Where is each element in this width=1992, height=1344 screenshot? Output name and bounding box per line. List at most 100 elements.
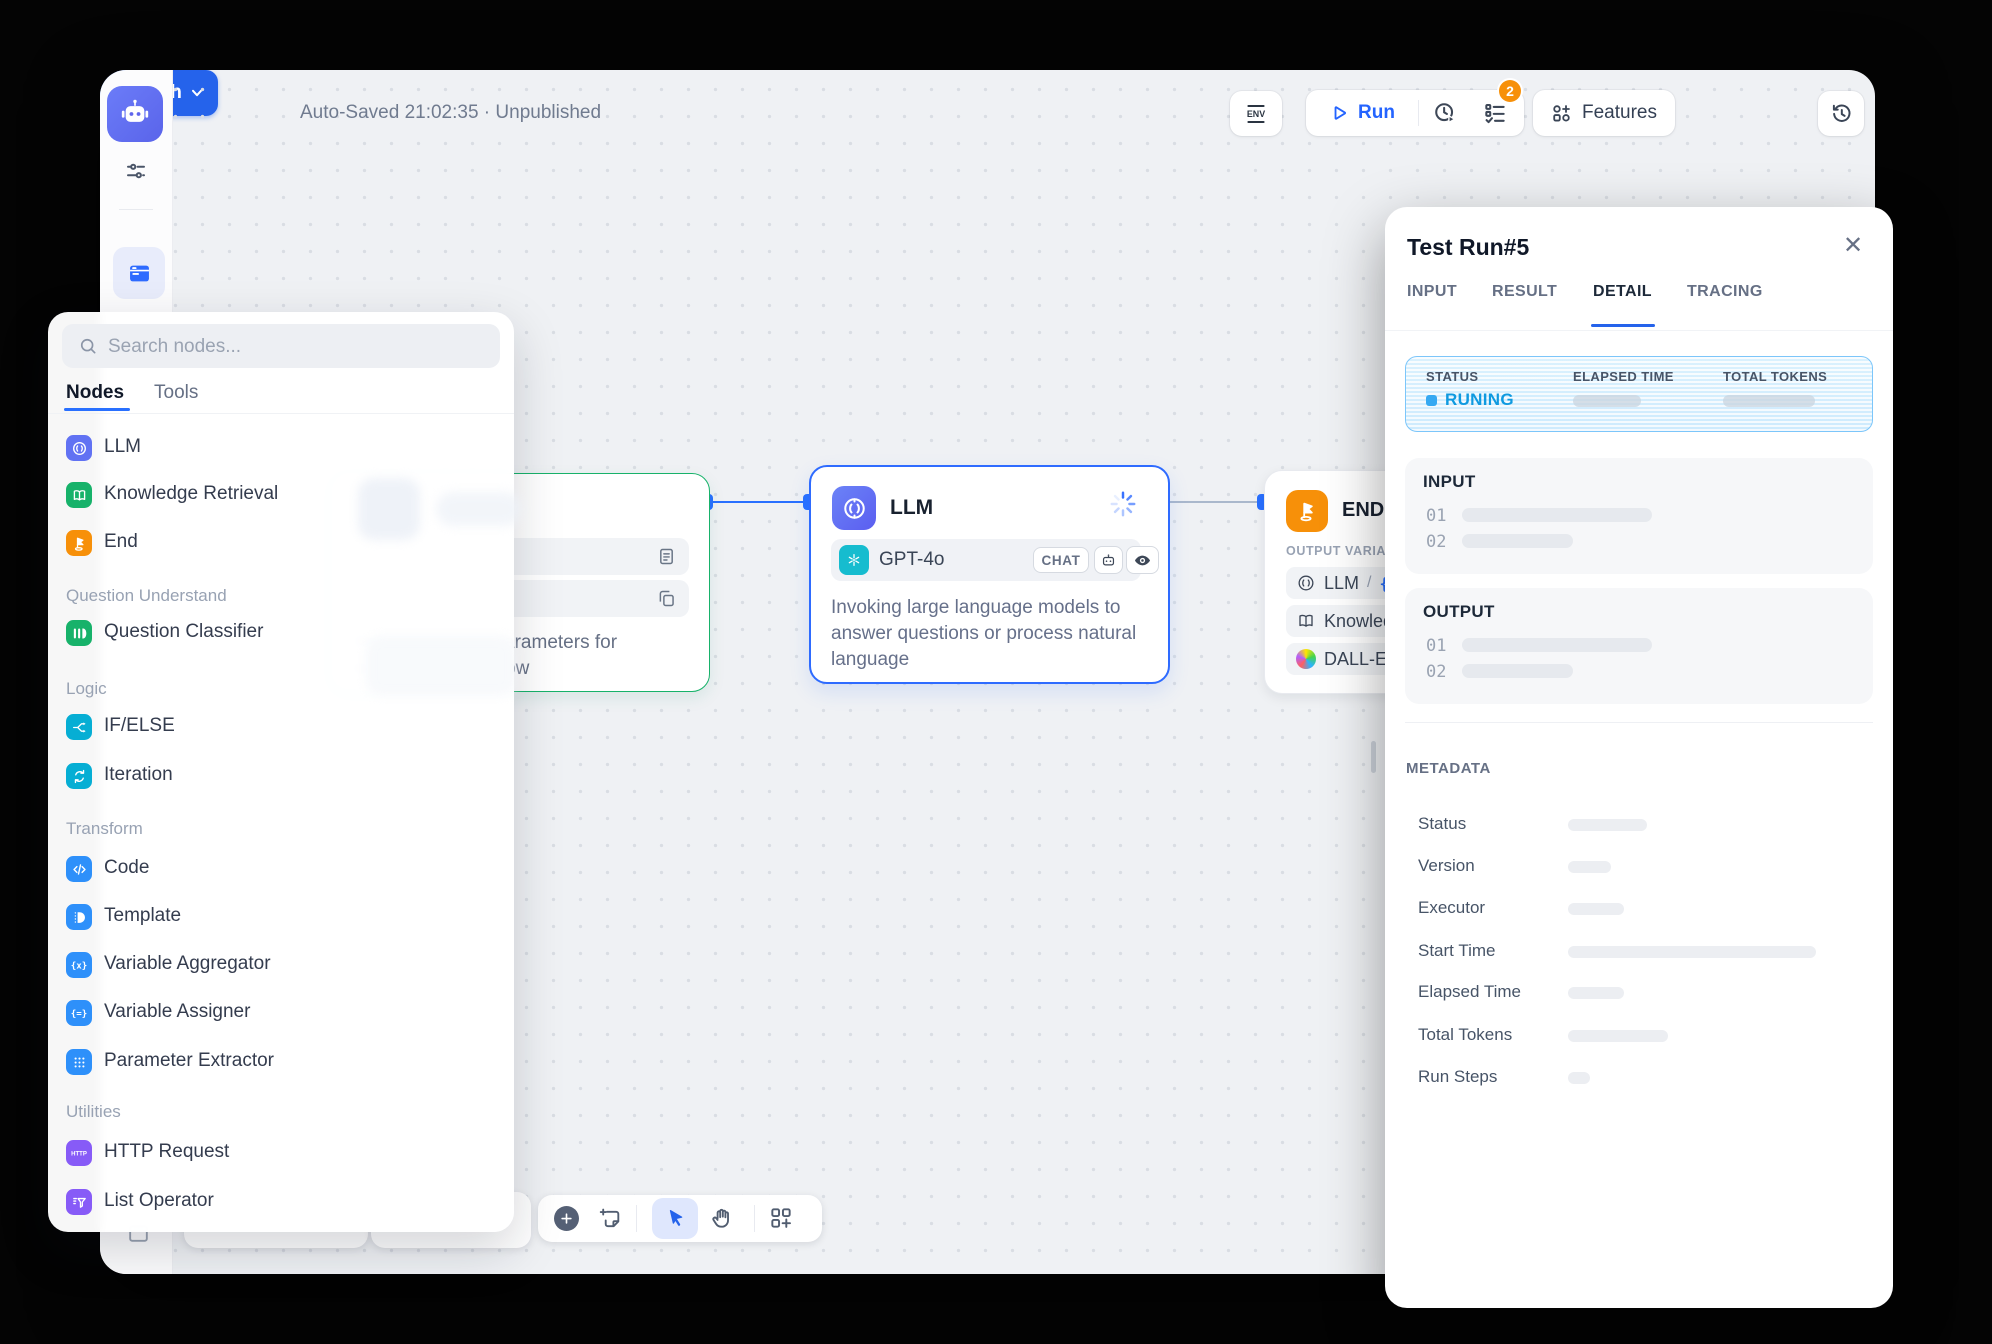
close-icon[interactable]: ✕ — [1838, 231, 1868, 261]
section-header-logic: Logic — [66, 679, 107, 699]
input-card: INPUT 01 02 — [1405, 458, 1873, 574]
svg-text:HTTP: HTTP — [71, 1151, 87, 1157]
extractor-icon — [66, 1049, 92, 1075]
metadata-row-elapsed-time: Elapsed Time — [1385, 982, 1893, 1006]
metadata-row-status: Status — [1385, 814, 1893, 838]
features-icon — [1550, 102, 1573, 125]
classifier-icon — [66, 620, 92, 646]
status-label: STATUS — [1426, 369, 1478, 384]
autosave-status: Auto-Saved 21:02:35 · Unpublished — [300, 102, 601, 124]
copy-icon — [656, 588, 677, 609]
status-value: RUNING — [1445, 390, 1514, 410]
node-item-knowledge-retrieval[interactable]: Knowledge Retrieval — [48, 475, 514, 515]
section-header-question-understand: Question Understand — [66, 586, 227, 606]
panel-title: Test Run#5 — [1407, 234, 1529, 261]
node-item-if-else[interactable]: IF/ELSE — [48, 707, 514, 747]
llm-node-icon — [832, 486, 876, 530]
llm-node-title: LLM — [890, 496, 933, 520]
toolbar-divider — [754, 1205, 755, 1232]
screenshot-stage: Auto-Saved 21:02:35 · Unpublished ENV Ru… — [0, 0, 1992, 1344]
tokens-skeleton — [1723, 395, 1815, 407]
window-icon — [126, 260, 153, 287]
node-item-http-request[interactable]: HTTP HTTP Request — [48, 1133, 514, 1173]
tab-detail[interactable]: DETAIL — [1593, 283, 1652, 301]
hand-icon — [710, 1206, 735, 1231]
cursor-icon — [664, 1207, 687, 1230]
node-item-variable-assigner[interactable]: {=} Variable Assigner — [48, 993, 514, 1033]
active-tab-underline — [64, 408, 130, 411]
output-card: OUTPUT 01 02 — [1405, 588, 1873, 704]
agent-badge[interactable] — [1094, 546, 1123, 574]
edge-start-to-llm — [708, 501, 809, 503]
chat-mode-badge: CHAT — [1033, 547, 1089, 573]
add-note-button[interactable] — [598, 1206, 623, 1236]
active-tab-underline — [1591, 324, 1655, 327]
aggregator-icon: {x} — [66, 952, 92, 978]
svg-text:ENV: ENV — [1247, 109, 1265, 119]
workflow-settings-sliders-icon[interactable] — [124, 159, 148, 188]
row-index: 02 — [1426, 532, 1446, 552]
llm-icon — [66, 435, 92, 461]
variable-name: LLM — [1324, 573, 1359, 594]
note-plus-icon — [598, 1206, 623, 1231]
svg-text:{=}: {=} — [71, 1009, 88, 1020]
pointer-tool-active[interactable] — [652, 1198, 698, 1239]
node-item-end[interactable]: End — [48, 523, 514, 563]
row-index: 02 — [1426, 662, 1446, 682]
vision-badge[interactable] — [1126, 546, 1159, 574]
metadata-row-version: Version — [1385, 856, 1893, 880]
organize-nodes-button[interactable] — [768, 1205, 794, 1236]
run-toolbar-group: Run 2 — [1306, 90, 1524, 136]
env-button[interactable]: ENV — [1230, 91, 1282, 136]
loop-icon — [66, 763, 92, 789]
node-item-question-classifier[interactable]: Question Classifier — [48, 613, 514, 653]
sidebar-divider — [119, 209, 153, 210]
node-search-box[interactable] — [62, 324, 500, 368]
features-button[interactable]: Features — [1533, 90, 1675, 136]
tab-tracing[interactable]: TRACING — [1687, 283, 1763, 301]
metadata-title: METADATA — [1406, 760, 1491, 777]
checklist-icon — [1482, 100, 1508, 126]
book-icon — [66, 482, 92, 508]
section-header-transform: Transform — [66, 819, 143, 839]
section-header-utilities: Utilities — [66, 1102, 121, 1122]
node-item-parameter-extractor[interactable]: Parameter Extractor — [48, 1042, 514, 1082]
node-search-panel: Nodes Tools LLM Knowledge Retrieval End … — [48, 312, 514, 1232]
version-history-button[interactable] — [1818, 91, 1864, 136]
run-button[interactable]: Run — [1306, 102, 1395, 124]
model-selector[interactable]: GPT-4o CHAT — [831, 539, 1141, 581]
tab-input[interactable]: INPUT — [1407, 283, 1457, 301]
search-input[interactable] — [106, 324, 490, 370]
tab-result[interactable]: RESULT — [1492, 283, 1557, 301]
metadata-row-run-steps: Run Steps — [1385, 1067, 1893, 1091]
code-icon — [66, 856, 92, 882]
organize-layout-icon — [768, 1205, 794, 1231]
tab-tools[interactable]: Tools — [154, 382, 198, 404]
running-spinner-icon — [1108, 489, 1138, 524]
test-run-panel: Test Run#5 ✕ INPUT RESULT DETAIL TRACING… — [1385, 207, 1893, 1308]
canvas-scrollbar[interactable] — [1371, 741, 1376, 773]
assigner-icon: {=} — [66, 1000, 92, 1026]
variable-name: DALL-E — [1324, 649, 1387, 670]
node-item-list-operator[interactable]: List Operator — [48, 1182, 514, 1222]
clock-play-icon — [1432, 100, 1458, 126]
branch-icon — [66, 714, 92, 740]
llm-node[interactable]: LLM GPT-4o CHAT Invoking large language … — [809, 465, 1170, 684]
node-item-variable-aggregator[interactable]: {x} Variable Aggregator — [48, 945, 514, 985]
metadata-row-total-tokens: Total Tokens — [1385, 1025, 1893, 1049]
run-history-button[interactable] — [1432, 100, 1458, 131]
input-skeleton — [1462, 508, 1652, 522]
add-node-button[interactable] — [554, 1206, 579, 1231]
tab-nodes[interactable]: Nodes — [66, 382, 124, 404]
node-item-iteration[interactable]: Iteration — [48, 756, 514, 796]
node-item-template[interactable]: Template — [48, 897, 514, 937]
node-item-llm[interactable]: LLM — [48, 428, 514, 468]
hand-tool-button[interactable] — [710, 1206, 735, 1236]
svg-text:{x}: {x} — [71, 961, 88, 972]
app-logo-robot-icon[interactable] — [107, 86, 163, 142]
document-icon — [656, 546, 677, 567]
sidebar-item-workflow-active[interactable] — [113, 247, 165, 299]
checklist-button[interactable] — [1482, 100, 1508, 131]
template-icon — [66, 904, 92, 930]
node-item-code[interactable]: Code — [48, 849, 514, 889]
